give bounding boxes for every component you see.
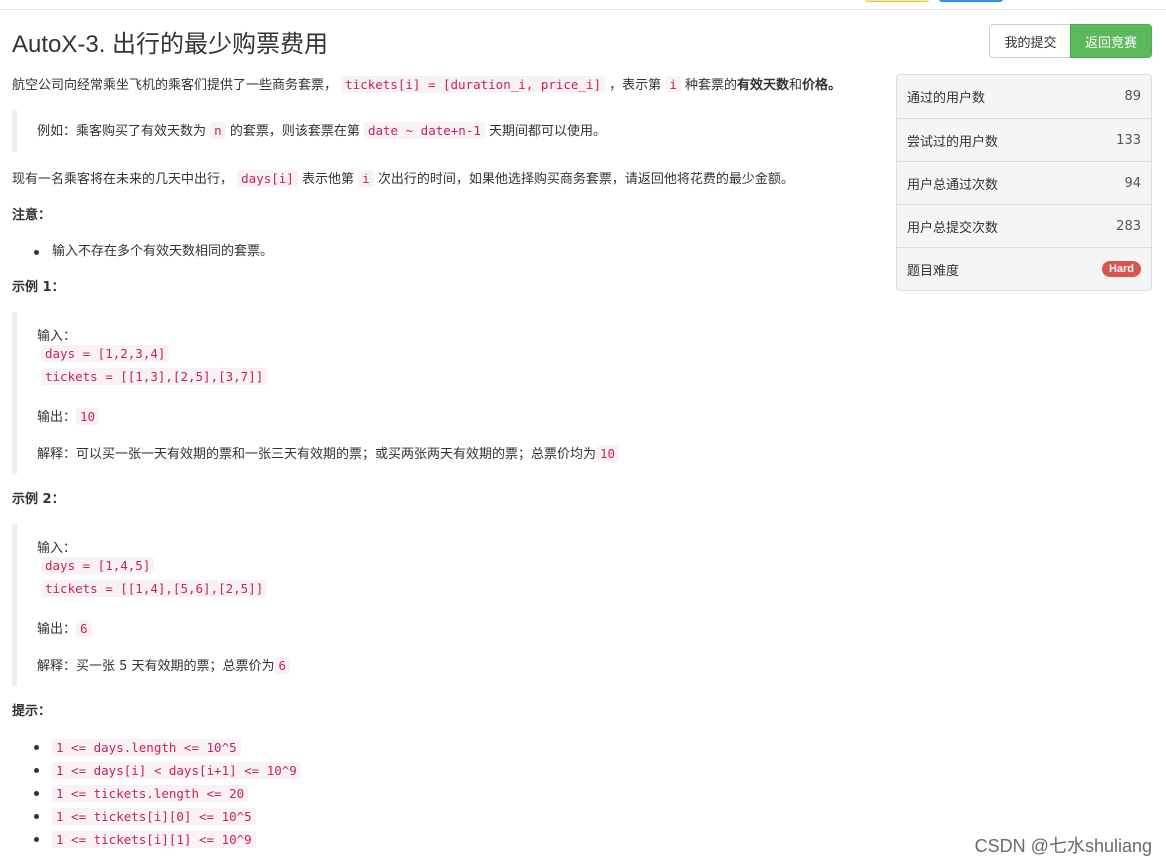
inline-code: i (358, 170, 374, 187)
explain-value: 10 (596, 445, 620, 462)
stat-label: 尝试过的用户数 (907, 134, 999, 150)
hint-item: 1 <= tickets[i][0] <= 10^5 (52, 806, 256, 829)
output-value: 6 (76, 620, 92, 637)
bold-text: 价格 (802, 78, 829, 93)
quote-text: 的套票，则该套票在第 (229, 124, 360, 139)
intro-text: ，表示第 (609, 78, 662, 93)
stat-total-submissions: 用户总提交次数 283 (897, 204, 1151, 247)
para-text: 表示他第 (301, 172, 354, 187)
stat-difficulty: 题目难度 Hard (897, 247, 1151, 290)
inline-code: date ~ date+n-1 (363, 122, 485, 139)
hint-code: 1 <= tickets[i][0] <= 10^5 (52, 808, 256, 825)
para-text: 次出行的时间，如果他选择购买商务套票，请返回他将花费的最少金额。 (377, 172, 794, 187)
hint-item: 1 <= days.length <= 10^5 (52, 737, 241, 760)
stat-accepted-users: 通过的用户数 89 (897, 75, 1151, 118)
difficulty-badge: Hard (1101, 261, 1141, 277)
intro-text: 和 (789, 78, 803, 93)
stat-value: 283 (1116, 218, 1141, 234)
example2-days: days = [1,4,5] (41, 557, 155, 574)
example1-tickets: tickets = [[1,3],[2,5],[3,7]] (41, 368, 268, 385)
stat-label: 用户总提交次数 (907, 220, 999, 236)
example2-explanation: 解释：买一张 5 天有效期的票；总票价为 6 (37, 655, 291, 674)
code-line: days = [1,4,5] (41, 557, 155, 574)
para-text: 现有一名乘客将在未来的几天中出行， (12, 172, 234, 187)
stat-value: 89 (1124, 89, 1141, 104)
hint-code: 1 <= tickets[i][1] <= 10^9 (52, 831, 256, 848)
note-heading: 注意： (12, 208, 52, 223)
stat-value: 133 (1116, 132, 1141, 148)
intro-text: 种套票的 (685, 78, 738, 93)
input-label: 输入： (37, 329, 77, 344)
bullet-dot (34, 814, 39, 819)
code-line: tickets = [[1,3],[2,5],[3,7]] (41, 368, 268, 385)
example1-explanation: 解释：可以买一张一天有效期的票和一张三天有效期的票；或买两张两天有效期的票；总票… (37, 443, 620, 462)
example2-tickets: tickets = [[1,4],[5,6],[2,5]] (41, 580, 268, 597)
quote-text: 例如：乘客购买了有效天数为 (37, 124, 207, 139)
back-to-contest-button[interactable]: 返回竞赛 (1070, 24, 1152, 58)
example2-output: 输出： 6 (37, 618, 92, 637)
stats-panel: 通过的用户数 89 尝试过的用户数 133 用户总通过次数 94 用户总提交次数… (896, 74, 1152, 291)
bullet-dot (34, 768, 39, 773)
hint-code: 1 <= tickets.length <= 20 (52, 785, 249, 802)
hint-item: 1 <= tickets.length <= 20 (52, 783, 249, 806)
hint-item: 1 <= days[i] < days[i+1] <= 10^9 (52, 760, 301, 783)
description-paragraph: 现有一名乘客将在未来的几天中出行， days[i] 表示他第 i 次出行的时间，… (12, 168, 794, 191)
intro-paragraph: 航空公司向经常乘坐飞机的乘客们提供了一些商务套票， tickets[i] = [… (12, 74, 841, 97)
my-submissions-button[interactable]: 我的提交 (989, 24, 1071, 58)
page-title: AutoX-3. 出行的最少购票费用 (12, 31, 329, 58)
stat-tried-users: 尝试过的用户数 133 (897, 118, 1151, 161)
top-navbar (0, 0, 1166, 10)
stat-label: 通过的用户数 (907, 91, 986, 106)
quote-text: 天期间都可以使用。 (489, 124, 607, 139)
inline-code: tickets[i] = [duration_i, price_i] (341, 76, 606, 93)
stat-value: 94 (1124, 175, 1141, 191)
example2-block: 输入： days = [1,4,5] tickets = [[1,4],[5,6… (12, 524, 872, 686)
hints-heading: 提示： (12, 704, 52, 719)
hint-item: 1 <= tickets[i][1] <= 10^9 (52, 829, 256, 852)
stat-label: 用户总通过次数 (907, 177, 999, 193)
hint-code: 1 <= days[i] < days[i+1] <= 10^9 (52, 762, 301, 779)
example-blockquote: 例如：乘客购买了有效天数为 n 的套票，则该套票在第 date ~ date+n… (12, 110, 872, 152)
note-item: 输入不存在多个有效天数相同的套票。 (52, 244, 274, 259)
nav-button-blue[interactable] (939, 0, 1003, 2)
bullet-dot (34, 791, 39, 796)
watermark: CSDN @七水shuliang (974, 836, 1152, 856)
bullet-dot (34, 837, 39, 842)
example1-block: 输入： days = [1,2,3,4] tickets = [[1,3],[2… (12, 312, 872, 474)
nav-button-yellow[interactable] (865, 0, 929, 2)
explain-text: 解释：可以买一张一天有效期的票和一张三天有效期的票；或买两张两天有效期的票；总票… (37, 447, 597, 462)
stat-label: 题目难度 (907, 263, 960, 279)
inline-code: days[i] (237, 170, 298, 187)
output-value: 10 (76, 408, 100, 425)
example2-heading: 示例 2： (12, 492, 65, 507)
example1-heading: 示例 1： (12, 280, 65, 295)
example1-days: days = [1,2,3,4] (41, 345, 170, 362)
intro-text: 航空公司向经常乘坐飞机的乘客们提供了一些商务套票， (12, 78, 338, 93)
input-label: 输入： (37, 541, 77, 556)
code-line: days = [1,2,3,4] (41, 345, 170, 362)
bullet-dot (34, 250, 39, 255)
inline-code: i (665, 76, 681, 93)
intro-text: 。 (828, 78, 842, 93)
output-label: 输出： (37, 410, 77, 425)
explain-text: 解释：买一张 5 天有效期的票；总票价为 (37, 659, 275, 674)
bold-text: 有效天数 (737, 78, 790, 93)
bullet-dot (34, 745, 39, 750)
hint-code: 1 <= days.length <= 10^5 (52, 739, 241, 756)
explain-value: 6 (274, 657, 291, 674)
output-label: 输出： (37, 622, 77, 637)
inline-code: n (210, 122, 226, 139)
example1-output: 输出： 10 (37, 406, 100, 425)
stat-total-accepted: 用户总通过次数 94 (897, 161, 1151, 204)
code-line: tickets = [[1,4],[5,6],[2,5]] (41, 580, 268, 597)
quote-line: 例如：乘客购买了有效天数为 n 的套票，则该套票在第 date ~ date+n… (37, 120, 606, 139)
